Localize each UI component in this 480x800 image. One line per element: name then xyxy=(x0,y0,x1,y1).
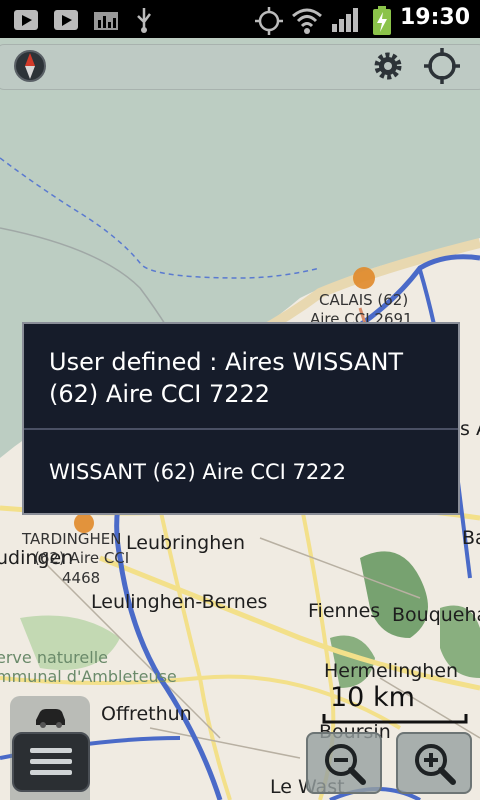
map-label-calais: CALAIS (62) xyxy=(319,291,409,309)
dialog-title: User defined : Aires WISSANT (62) Aire C… xyxy=(49,348,404,408)
dialog-item-label: WISSANT (62) Aire CCI 7222 xyxy=(49,460,346,484)
map-label-ba: Ba xyxy=(462,527,480,549)
map-label-aire-cci: (62) Aire CCI xyxy=(34,549,130,567)
dialog-list-item[interactable]: WISSANT (62) Aire CCI 7222 xyxy=(24,430,458,515)
car-icon xyxy=(36,709,65,728)
map-label-reserve: erve naturelle xyxy=(0,648,108,667)
top-bar-panel xyxy=(0,44,480,90)
compass-button[interactable] xyxy=(10,46,50,86)
settings-button[interactable] xyxy=(368,46,408,86)
poi-context-dialog: User defined : Aires WISSANT (62) Aire C… xyxy=(22,322,460,515)
play-store-icon xyxy=(14,10,38,30)
usb-icon xyxy=(137,8,151,33)
zoom-in-button[interactable] xyxy=(396,732,472,794)
gps-icon xyxy=(255,7,283,35)
scale-bar xyxy=(322,714,468,724)
map-label-aire-4468: 4468 xyxy=(62,569,101,587)
battery-charging-icon xyxy=(373,6,391,35)
map-label-bouquehault: Bouqueha xyxy=(392,604,480,626)
map-top-bar xyxy=(0,38,480,90)
status-bar: 19:30 xyxy=(0,0,480,38)
map-label-fiennes: Fiennes xyxy=(308,600,381,622)
wifi-icon xyxy=(292,8,322,34)
map-label-leubringhen: Leubringhen xyxy=(126,532,246,554)
zoom-out-icon xyxy=(325,744,366,785)
crosshair-icon xyxy=(424,48,460,84)
map-label-tardinghen: TARDINGHEN xyxy=(22,530,122,548)
cell-signal-icon xyxy=(332,8,358,32)
menu-icon xyxy=(30,748,72,775)
map-label-ambleteuse: mmunal d'Ambleteuse xyxy=(0,667,177,686)
map-label-s-a: s A xyxy=(460,418,480,440)
gear-icon xyxy=(374,52,402,80)
compass-icon xyxy=(14,50,46,82)
map-label-leulinghen: Leulinghen-Bernes xyxy=(91,591,268,613)
menu-button[interactable] xyxy=(12,732,90,792)
play-store-icon xyxy=(54,10,78,30)
status-time: 19:30 xyxy=(399,5,470,30)
map-label-offrethun: Offrethun xyxy=(101,703,192,725)
map-scale: 10 km xyxy=(322,678,468,724)
my-location-button[interactable] xyxy=(422,46,462,86)
zoom-out-button[interactable] xyxy=(306,732,382,794)
zoom-in-icon xyxy=(415,744,456,785)
signal-graph-icon xyxy=(94,12,118,30)
scale-label: 10 km xyxy=(330,682,415,713)
